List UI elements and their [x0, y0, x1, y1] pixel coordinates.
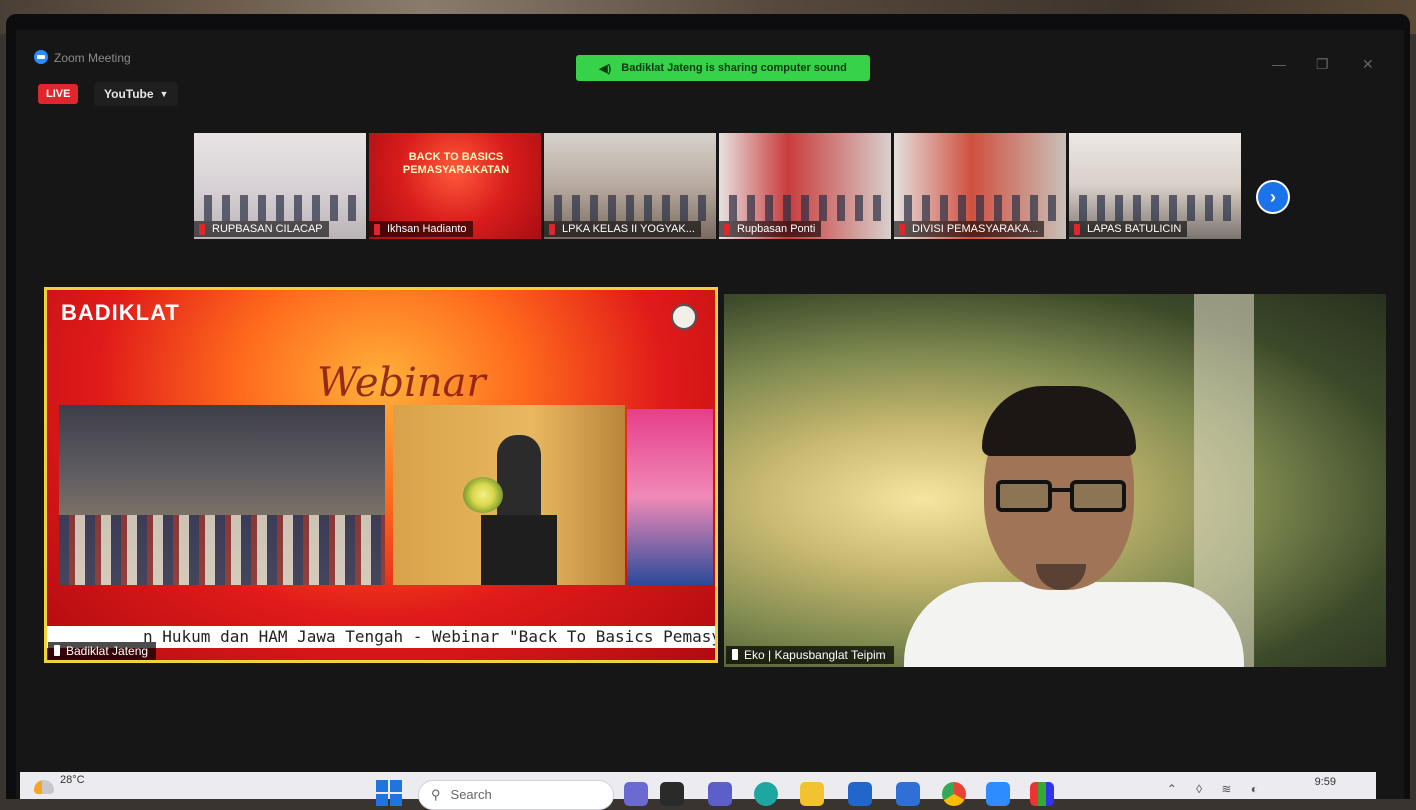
thumbnail-video: [904, 195, 1056, 221]
participant-thumbnail[interactable]: RUPBASAN CILACAP: [194, 133, 366, 239]
participant-thumbnail[interactable]: LPKA KELAS II YOGYAK...: [544, 133, 716, 239]
app-title: Zoom Meeting: [54, 51, 131, 65]
thumbnail-video: [554, 195, 706, 221]
weather-widget[interactable]: 28°C: [34, 774, 85, 794]
close-icon[interactable]: ✕: [1362, 56, 1374, 73]
weather-icon: [34, 780, 54, 794]
task-view-icon[interactable]: [660, 782, 684, 806]
zoom-window: Zoom Meeting ◀) Badiklat Jateng is shari…: [16, 30, 1404, 799]
zoom-taskbar-icon[interactable]: [986, 782, 1010, 806]
title-bar: Zoom Meeting ◀) Badiklat Jateng is shari…: [16, 30, 1404, 82]
participant-thumbnail[interactable]: DIVISI PEMASYARAKA...: [894, 133, 1066, 239]
sharing-banner-text: Badiklat Jateng is sharing computer soun…: [621, 62, 847, 74]
participant-strip: RUPBASAN CILACAP BACK TO BASICS PEMASYAR…: [194, 133, 1241, 239]
thumbnail-video: [1079, 195, 1231, 221]
caret-down-icon: ▼: [159, 89, 169, 99]
thumbnail-video: [204, 195, 356, 221]
podium: [481, 515, 557, 585]
badiklat-logo: BADIKLAT: [61, 300, 180, 325]
live-badge[interactable]: LIVE: [38, 84, 79, 104]
participant-name: Ikhsan Hadianto: [369, 221, 473, 237]
zoom-logo-icon: [34, 50, 48, 64]
youtube-menu-label: YouTube: [104, 87, 154, 101]
youtube-stream-menu[interactable]: YouTube ▼: [94, 82, 179, 106]
audience-hall-video: [59, 405, 385, 585]
app-icon[interactable]: [896, 782, 920, 806]
participant-name: Rupbasan Ponti: [719, 221, 822, 237]
chevron-right-icon: ›: [1270, 186, 1276, 207]
participant-name: LPKA KELAS II YOGYAK...: [544, 221, 701, 237]
slide-preview: [627, 409, 713, 585]
clock[interactable]: 9:59: [1315, 776, 1336, 788]
participant-name: RUPBASAN CILACAP: [194, 221, 329, 237]
windows-taskbar: 28°C ⚲ Search ⌃ ◊ ≋ ◐ 9:59: [20, 772, 1376, 810]
participant-name: DIVISI PEMASYARAKA...: [894, 221, 1045, 237]
next-page-button[interactable]: ›: [1256, 180, 1290, 214]
taskbar-search[interactable]: ⚲ Search: [418, 780, 614, 810]
participant-thumbnail[interactable]: BACK TO BASICS PEMASYARAKATAN Ikhsan Had…: [369, 133, 541, 239]
webinar-script-title: Webinar: [317, 360, 486, 406]
windows-start-icon[interactable]: [376, 780, 402, 806]
flower-arrangement: [463, 477, 503, 513]
shared-video-tile[interactable]: BADIKLAT Webinar n Hukum dan HAM Jawa Te…: [44, 287, 718, 663]
minimize-icon[interactable]: —: [1272, 56, 1286, 72]
seal-icon: [671, 304, 697, 330]
speaker-hair: [982, 386, 1136, 456]
participant-name: LAPAS BATULICIN: [1069, 221, 1188, 237]
copilot-icon[interactable]: [624, 782, 648, 806]
participant-thumbnail[interactable]: Rupbasan Ponti: [719, 133, 891, 239]
event-poster: BACK TO BASICS PEMASYARAKATAN: [402, 151, 510, 176]
glasses: [996, 480, 1126, 514]
thumbnail-video: [729, 195, 881, 221]
tile-name-label: Badiklat Jateng: [48, 642, 157, 660]
search-placeholder: Search: [450, 787, 492, 802]
app-icon[interactable]: [1030, 782, 1054, 806]
teams-icon[interactable]: [708, 782, 732, 806]
speaker-shirt: [904, 582, 1244, 667]
tile-name-label: Eko | Kapusbanglat Teipim: [726, 646, 894, 664]
store-icon[interactable]: [848, 782, 872, 806]
participant-thumbnail[interactable]: LAPAS BATULICIN: [1069, 133, 1241, 239]
sharing-sound-banner: ◀) Badiklat Jateng is sharing computer s…: [576, 55, 870, 81]
edge-icon[interactable]: [754, 782, 778, 806]
weather-temperature: 28°C: [60, 774, 85, 786]
maximize-icon[interactable]: ❐: [1316, 56, 1329, 73]
search-icon: ⚲: [431, 787, 441, 802]
system-tray-icons[interactable]: ⌃ ◊ ≋ ◐: [1167, 782, 1266, 796]
speaker-figure: [497, 435, 541, 515]
file-explorer-icon[interactable]: [800, 782, 824, 806]
speaker-icon: ◀): [599, 62, 612, 75]
speaker-video-tile[interactable]: [724, 294, 1386, 667]
ticker-text: n Hukum dan HAM Jawa Tengah - Webinar "B…: [143, 627, 715, 646]
chrome-icon[interactable]: [942, 782, 966, 806]
podium-video: [393, 405, 625, 585]
